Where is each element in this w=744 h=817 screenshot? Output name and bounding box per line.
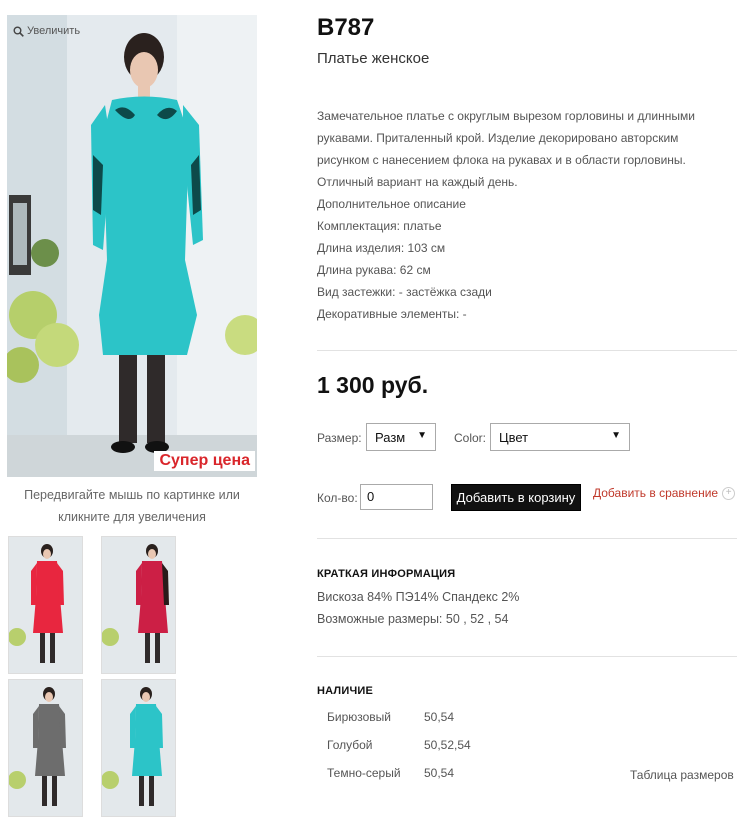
size-table-link[interactable]: Таблица размеров: [630, 768, 734, 782]
description-line: рисунком с нанесением флока на рукавах и…: [317, 153, 686, 167]
divider: [317, 538, 737, 539]
model-photo: [7, 15, 257, 477]
product-description: Замечательное платье с округлым вырезом …: [317, 105, 727, 325]
thumbnail-turquoise[interactable]: [101, 679, 176, 817]
image-hint-line: Передвигайте мышь по картинке или: [24, 488, 240, 502]
description-line: Длина рукава: 62 см: [317, 263, 431, 277]
product-price: 1 300 руб.: [317, 372, 429, 398]
color-select[interactable]: Цвет ▼: [490, 423, 630, 451]
description-line: Дополнительное описание: [317, 197, 466, 211]
color-select-value: Цвет: [499, 429, 529, 445]
color-label: Color:: [454, 431, 487, 445]
thumbnail-crimson[interactable]: [101, 536, 176, 674]
add-to-compare-link[interactable]: Добавить в сравнение +: [593, 486, 736, 500]
dress-grey-icon: [9, 680, 82, 816]
dress-turquoise-icon: [102, 680, 175, 816]
product-main-image[interactable]: Увеличить Супер цена: [7, 15, 257, 477]
product-name: Платье женское: [317, 50, 430, 67]
description-line: Вид застежки: - застёжка сзади: [317, 285, 492, 299]
availability-title: НАЛИЧИЕ: [317, 685, 374, 697]
image-hint-line: кликните для увеличения: [58, 510, 206, 524]
dress-crimson-icon: [102, 537, 175, 673]
compare-label: Добавить в сравнение: [593, 486, 719, 500]
size-select[interactable]: Разм ▼: [366, 423, 436, 451]
qty-label: Кол-во:: [317, 491, 358, 505]
zoom-label: Увеличить: [27, 25, 81, 37]
brief-info-title: КРАТКАЯ ИНФОРМАЦИЯ: [317, 568, 456, 580]
dress-red-icon: [9, 537, 82, 673]
image-hint: Передвигайте мышь по картинке или кликни…: [7, 484, 257, 528]
availability-sizes: 50,54: [424, 766, 455, 780]
description-line: Комплектация: платье: [317, 219, 442, 233]
composition-text: Вискоза 84% ПЭ14% Спандекс 2%: [317, 590, 520, 604]
product-sku: B787: [317, 14, 375, 41]
chevron-down-icon: ▼: [611, 430, 621, 441]
availability-color: Бирюзовый: [327, 710, 391, 724]
description-line: Отличный вариант на каждый день.: [317, 175, 518, 189]
plus-circle-icon: +: [722, 486, 736, 500]
description-line: Замечательное платье с округлым вырезом …: [317, 109, 695, 123]
thumbnail-red[interactable]: [8, 536, 83, 674]
available-sizes-text: Возможные размеры: 50 , 52 , 54: [317, 612, 509, 626]
thumbnail-grey[interactable]: [8, 679, 83, 817]
chevron-down-icon: ▼: [417, 430, 427, 441]
description-line: рукавами. Приталенный крой. Изделие деко…: [317, 131, 679, 145]
zoom-link[interactable]: Увеличить: [13, 25, 80, 37]
add-to-cart-button[interactable]: Добавить в корзину: [451, 484, 581, 511]
availability-sizes: 50,52,54: [424, 738, 471, 752]
divider: [317, 350, 737, 351]
availability-color: Темно-серый: [327, 766, 401, 780]
promo-badge: Супер цена: [154, 451, 255, 471]
qty-input[interactable]: 0: [360, 484, 433, 510]
magnifier-icon: [13, 26, 24, 37]
availability-color: Голубой: [327, 738, 373, 752]
description-line: Декоративные элементы: -: [317, 307, 467, 321]
description-line: Длина изделия: 103 см: [317, 241, 446, 255]
divider: [317, 656, 737, 657]
size-select-value: Разм: [375, 429, 406, 445]
availability-sizes: 50,54: [424, 710, 455, 724]
size-label: Размер:: [317, 431, 362, 445]
